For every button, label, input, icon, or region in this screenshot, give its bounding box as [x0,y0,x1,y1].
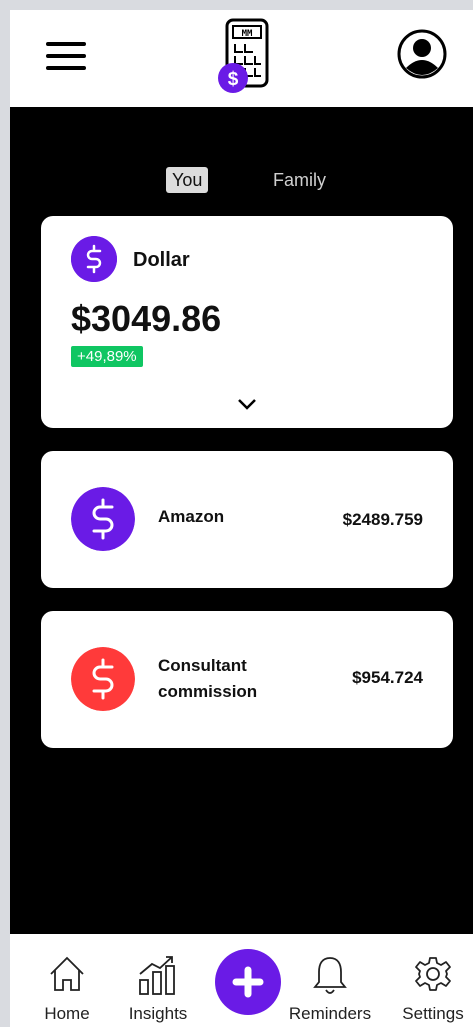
gear-icon [415,957,451,991]
app-frame: MM $ You Family Dollar $3049.86 +49,89% [0,0,473,1027]
nav-reminders[interactable]: Reminders [280,934,380,1027]
insights-chart-icon [139,956,175,995]
balance-card[interactable]: Dollar $3049.86 +49,89% [41,216,453,428]
nav-settings[interactable]: Settings [395,934,471,1027]
svg-text:MM: MM [242,29,253,39]
calculator-dollar-logo-icon: MM $ [218,18,269,93]
transaction-name: Consultant commission [158,656,258,701]
svg-text:$: $ [228,69,239,90]
nav-home-label: Home [44,1004,90,1023]
app-header: MM $ [10,10,473,107]
chevron-down-icon[interactable] [235,396,259,412]
transaction-card-consultant[interactable]: Consultant commission $954.724 [41,611,453,748]
nav-home[interactable]: Home [32,934,102,1027]
add-button[interactable] [215,949,281,1015]
plus-icon [232,966,264,998]
toggle-family[interactable]: Family [267,167,332,193]
nav-insights[interactable]: Insights [118,934,198,1027]
dollar-icon [71,236,117,282]
profile-avatar-icon[interactable] [396,28,448,80]
dollar-icon [71,487,135,551]
home-icon [50,956,84,991]
dollar-icon [71,647,135,711]
change-badge: +49,89% [71,346,143,367]
transaction-amount: $2489.759 [342,510,423,529]
menu-icon[interactable] [46,42,88,72]
balance-amount: $3049.86 [71,298,222,339]
toggle-you[interactable]: You [166,167,209,193]
nav-settings-label: Settings [402,1004,464,1023]
transaction-card-amazon[interactable]: Amazon $2489.759 [41,451,453,588]
nav-reminders-label: Reminders [288,1004,372,1023]
main-content: You Family Dollar $3049.86 +49,89% Amazo… [10,107,473,934]
nav-insights-label: Insights [128,1004,188,1023]
transaction-name: Amazon [158,507,225,526]
bell-icon [313,957,347,994]
bottom-nav: Home Insights Reminders Settings [10,934,473,1027]
currency-label: Dollar [133,249,190,271]
transaction-amount: $954.724 [352,668,423,687]
